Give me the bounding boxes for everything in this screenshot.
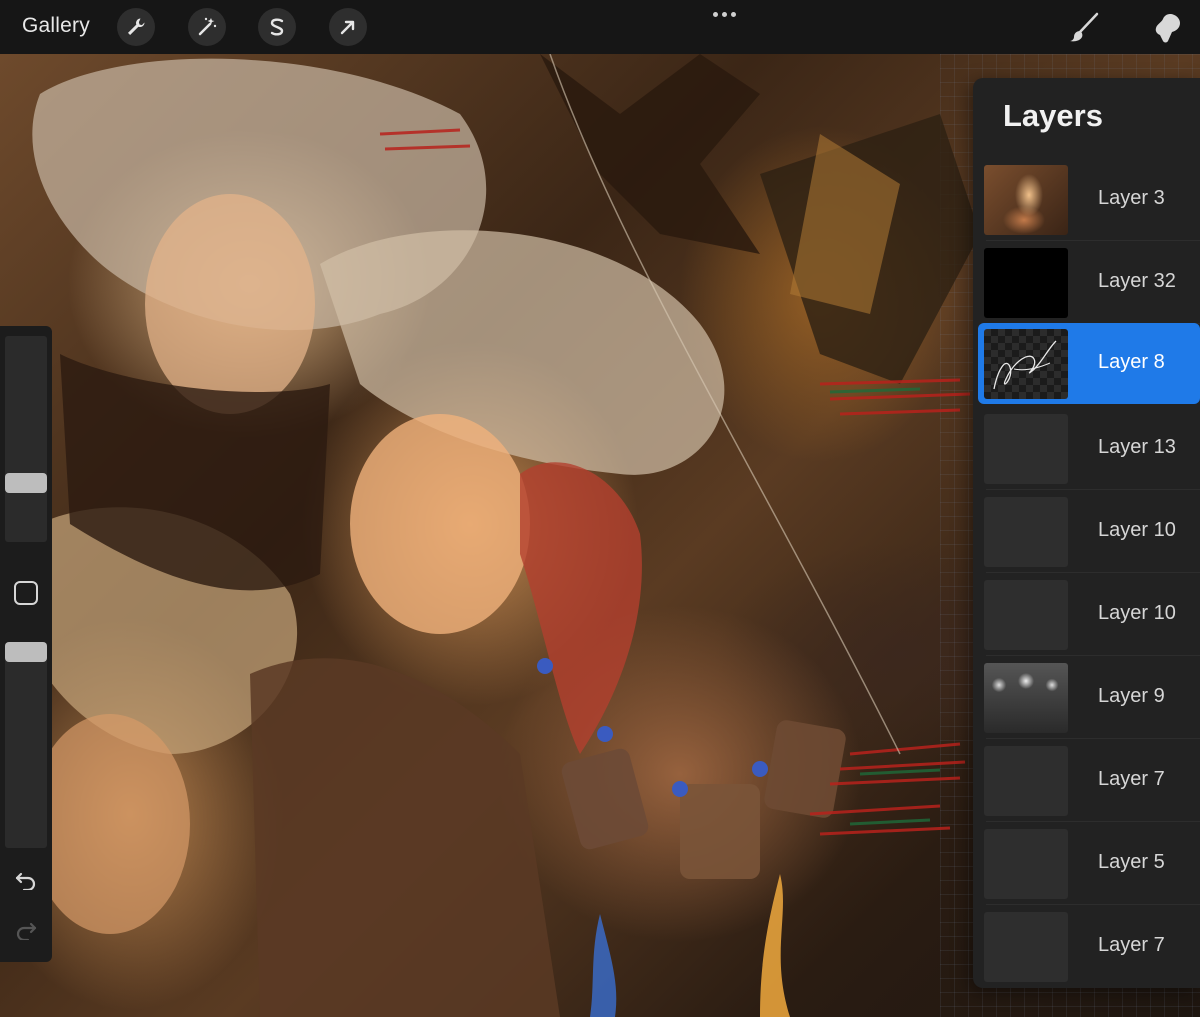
layers-panel-title: Layers <box>1003 98 1103 133</box>
layer-row[interactable]: Layer 3 <box>978 159 1200 241</box>
layer-row[interactable]: Layer 32 <box>978 242 1200 324</box>
gallery-button[interactable]: Gallery <box>22 14 90 38</box>
undo-button[interactable] <box>12 868 40 892</box>
layer-thumbnail <box>984 829 1068 899</box>
brush-tool-button[interactable] <box>1064 8 1104 48</box>
left-sidebar <box>0 326 52 962</box>
layer-row-selected[interactable]: Layer 8 <box>978 323 1200 404</box>
actions-button[interactable] <box>117 8 155 46</box>
smudge-finger-icon <box>1155 14 1180 43</box>
top-toolbar: Gallery <box>0 0 1200 54</box>
layer-thumbnail <box>984 165 1068 235</box>
layer-name: Layer 3 <box>1098 187 1165 209</box>
layer-row[interactable]: Layer 7 <box>978 740 1200 822</box>
layer-name: Layer 32 <box>1098 270 1176 292</box>
modify-button[interactable] <box>14 581 38 605</box>
brush-size-slider-thumb[interactable] <box>5 473 47 493</box>
transform-button[interactable] <box>329 8 367 46</box>
layer-name: Layer 10 <box>1098 602 1176 624</box>
wrench-icon <box>128 18 145 35</box>
brush-icon <box>1070 12 1099 42</box>
selection-button[interactable] <box>258 8 296 46</box>
layer-row[interactable]: Layer 13 <box>978 408 1200 490</box>
redo-button[interactable] <box>12 918 40 942</box>
redo-arrow-icon <box>16 922 37 940</box>
undo-arrow-icon <box>15 872 36 890</box>
layer-thumbnail <box>984 248 1068 318</box>
adjustments-button[interactable] <box>188 8 226 46</box>
layer-row[interactable]: Layer 7 <box>978 906 1200 987</box>
opacity-slider[interactable] <box>5 642 47 848</box>
layer-name: Layer 8 <box>1098 351 1165 373</box>
smudge-tool-button[interactable] <box>1148 8 1188 48</box>
magic-wand-icon <box>198 17 217 36</box>
layer-name: Layer 7 <box>1098 768 1165 790</box>
layer-row[interactable]: Layer 9 <box>978 657 1200 739</box>
layer-name: Layer 5 <box>1098 851 1165 873</box>
layer-row[interactable]: Layer 10 <box>978 491 1200 573</box>
layer-thumbnail <box>984 329 1068 399</box>
selection-s-icon <box>270 18 284 36</box>
layer-row[interactable]: Layer 5 <box>978 823 1200 905</box>
layer-thumbnail <box>984 912 1068 982</box>
layer-thumbnail <box>984 663 1068 733</box>
layers-panel: Layers Layer 3 Layer 32 Layer 8 Layer 13… <box>973 78 1200 988</box>
layer-thumbnail <box>984 580 1068 650</box>
layer-thumbnail <box>984 746 1068 816</box>
layer-name: Layer 9 <box>1098 685 1165 707</box>
arrow-cursor-icon <box>340 20 355 35</box>
brush-size-slider[interactable] <box>5 336 47 542</box>
layer-name: Layer 10 <box>1098 519 1176 541</box>
ellipsis-icon[interactable] <box>713 12 736 17</box>
layer-name: Layer 13 <box>1098 436 1176 458</box>
layer-name: Layer 7 <box>1098 934 1165 956</box>
signature-icon <box>993 340 1057 390</box>
layer-thumbnail <box>984 414 1068 484</box>
layer-thumbnail <box>984 497 1068 567</box>
opacity-slider-thumb[interactable] <box>5 642 47 662</box>
layer-row[interactable]: Layer 10 <box>978 574 1200 656</box>
